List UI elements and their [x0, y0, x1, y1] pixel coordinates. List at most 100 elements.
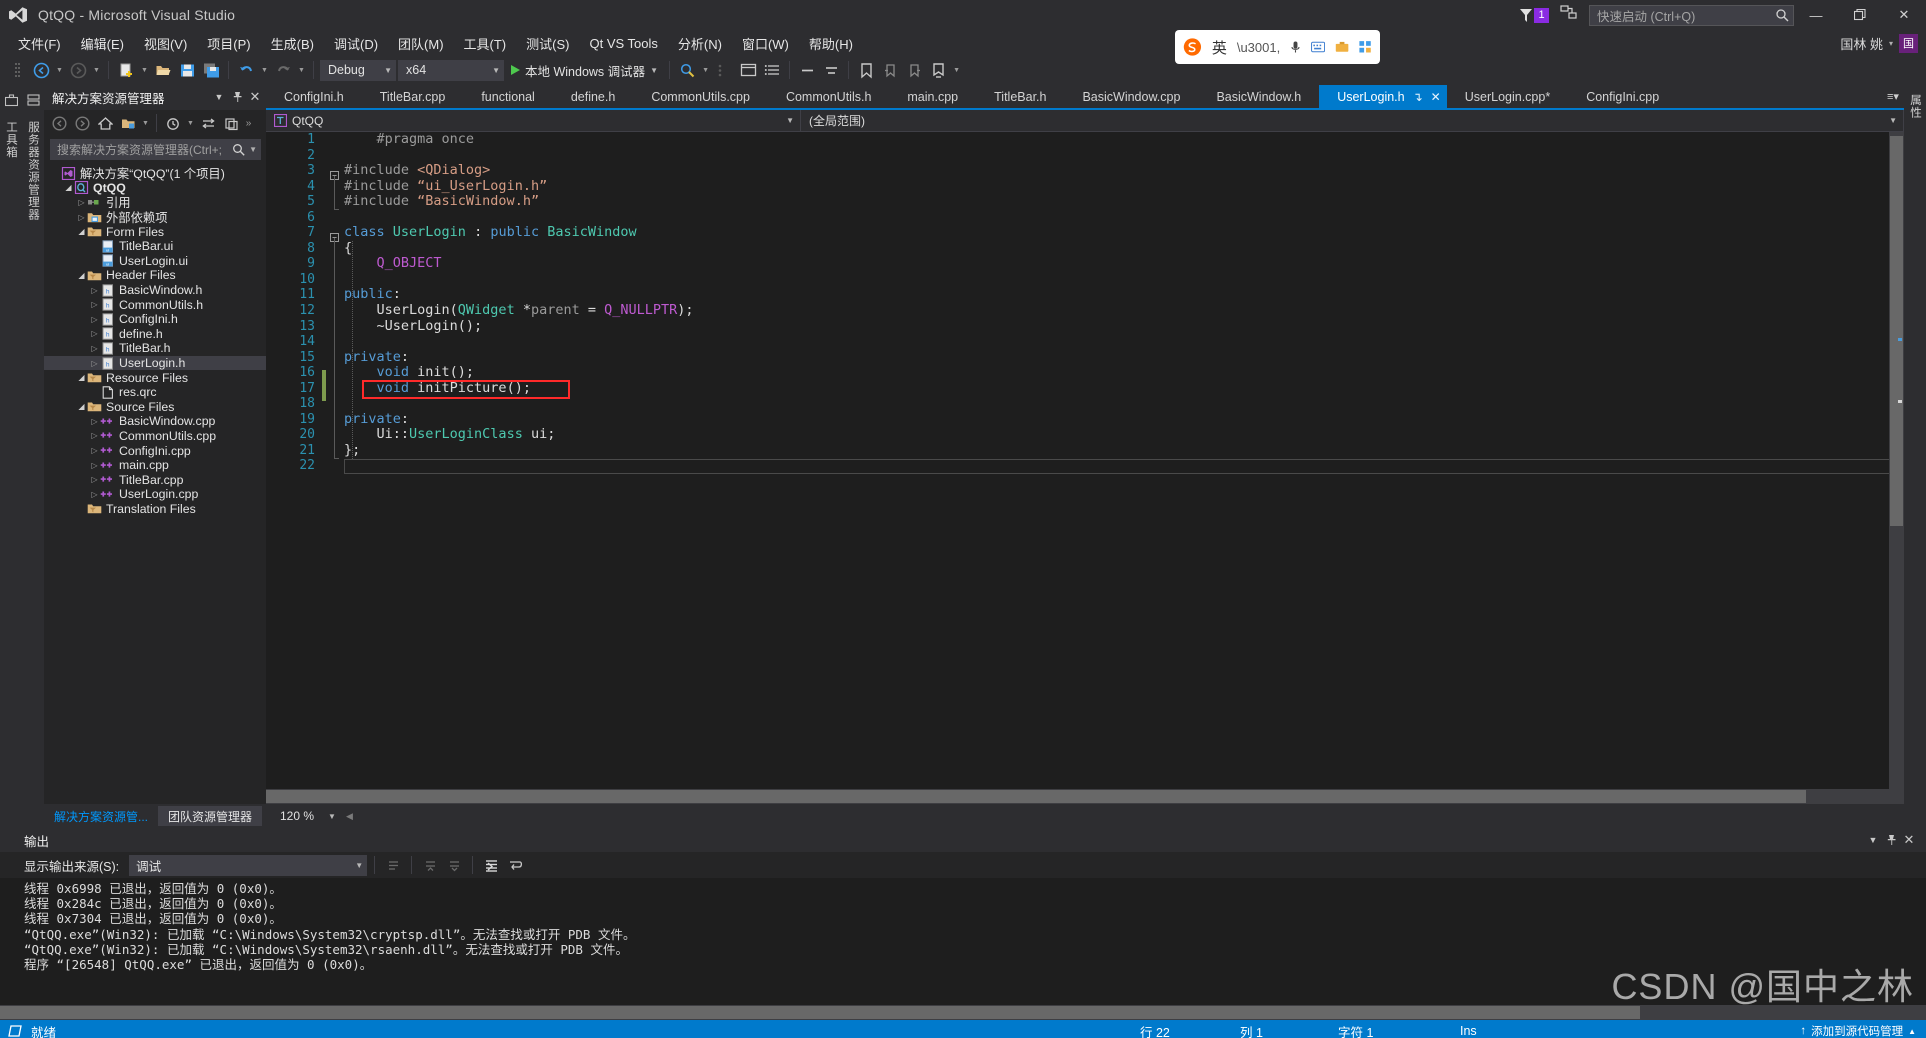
chevron-down-icon[interactable]: ▼ [210, 87, 228, 107]
scroll-left-arrow-icon[interactable]: ◀ [340, 811, 353, 822]
menu-item-test[interactable]: 测试(S) [516, 31, 579, 56]
solution-tree[interactable]: 解决方案“QtQQ”(1 个项目) ◢ QtQQ ▷ 引用 ▷ 外部依赖项 ◢ Form Fil… [44, 164, 266, 804]
menu-item-team[interactable]: 团队(M) [388, 31, 454, 56]
properties-icon[interactable] [220, 112, 242, 134]
bookmark-icon-4[interactable] [927, 59, 949, 81]
editor-tab-userlogin-h[interactable]: UserLogin.h ↴ ✕ [1319, 85, 1447, 108]
editor-tab-functional[interactable]: functional [463, 85, 553, 108]
maximize-restore-button[interactable] [1838, 0, 1882, 30]
menu-item-file[interactable]: 文件(F) [8, 31, 71, 56]
show-all-files-dropdown-icon[interactable]: ▼ [140, 112, 151, 134]
editor-tab-titlebar-cpp[interactable]: TitleBar.cpp [361, 85, 464, 108]
editor-tab-titlebar-h[interactable]: TitleBar.h [976, 85, 1065, 108]
code-line[interactable] [344, 272, 1904, 288]
sogou-ime-bar[interactable]: 英 \u3001, [1175, 30, 1380, 64]
editor-vertical-scrollbar[interactable] [1889, 132, 1904, 789]
pin-icon[interactable]: ↴ [1413, 90, 1423, 104]
scrollbar-thumb[interactable] [1890, 136, 1903, 526]
jump-prev-icon[interactable] [419, 854, 441, 876]
code-line[interactable]: Q_OBJECT [344, 256, 1904, 272]
bookmark-icon-1[interactable] [855, 59, 877, 81]
server-explorer-strip[interactable]: 服务器资源管理器 [22, 84, 44, 828]
editor-tab-configini-cpp[interactable]: ConfigIni.cpp [1568, 85, 1678, 108]
tab-solution-explorer[interactable]: 解决方案资源管... [44, 806, 158, 826]
tree-item-titlebar.h[interactable]: ▷ h TitleBar.h [44, 341, 266, 356]
expand-arrow-closed-icon[interactable]: ▷ [89, 344, 100, 353]
editor-horizontal-scrollbar[interactable] [266, 789, 1904, 804]
home-icon[interactable] [94, 112, 116, 134]
ime-punctuation-icon[interactable]: \u3001, [1237, 40, 1280, 55]
new-item-dropdown-icon[interactable]: ▼ [139, 59, 150, 81]
code-line[interactable]: UserLogin(QWidget *parent = Q_NULLPTR); [344, 302, 1904, 319]
editor-tab-commonutils-cpp[interactable]: CommonUtils.cpp [633, 85, 768, 108]
notification-flag-button[interactable]: 1 [1519, 7, 1549, 23]
code-line[interactable]: private: [344, 411, 1904, 428]
editor-tab-userlogin-cpp-[interactable]: UserLogin.cpp* [1446, 85, 1569, 108]
code-editor[interactable]: 12345678910111213141516171819202122 −− #… [266, 132, 1904, 789]
editor-tab-configini-h[interactable]: ConfigIni.h [266, 85, 362, 108]
menu-item-debug[interactable]: 调试(D) [324, 31, 388, 56]
solution-platform-combo[interactable]: x64 ▼ [398, 59, 504, 81]
tree-item-basicwindow.cpp[interactable]: ▷ BasicWindow.cpp [44, 414, 266, 429]
sync-icon[interactable] [197, 112, 219, 134]
minimize-button[interactable]: — [1794, 0, 1838, 30]
code-line[interactable]: public: [344, 287, 1904, 303]
tree-item--qtqq-1-[interactable]: 解决方案“QtQQ”(1 个项目) [44, 166, 266, 181]
forward-icon[interactable] [71, 112, 93, 134]
jump-next-icon[interactable] [443, 854, 465, 876]
menu-item-view[interactable]: 视图(V) [134, 31, 197, 56]
expand-arrow-open-icon[interactable]: ◢ [76, 402, 87, 411]
project-scope-combo[interactable]: QtQQ ▼ [266, 109, 801, 132]
editor-tab-commonutils-h[interactable]: CommonUtils.h [767, 85, 890, 108]
save-icon[interactable] [176, 59, 198, 81]
code-line[interactable]: ~UserLogin(); [344, 318, 1904, 335]
window-layout-icon[interactable] [737, 59, 759, 81]
start-debugging-button[interactable]: 本地 Windows 调试器 ▼ [506, 61, 663, 80]
code-line[interactable] [344, 210, 1904, 226]
bookmark-icon-2[interactable] [879, 59, 901, 81]
new-item-icon[interactable] [115, 59, 137, 81]
editor-tab-main-cpp[interactable]: main.cpp [889, 85, 977, 108]
attach-process-icon[interactable] [713, 59, 735, 81]
expand-arrow-open-icon[interactable]: ◢ [76, 373, 87, 382]
code-line[interactable]: #pragma once [344, 132, 1904, 148]
code-line[interactable] [344, 396, 1904, 412]
expand-arrow-closed-icon[interactable]: ▷ [76, 213, 87, 222]
clear-all-icon[interactable] [480, 854, 502, 876]
tree-item-source-files[interactable]: ◢ Source Files [44, 400, 266, 415]
menu-item-build[interactable]: 生成(B) [261, 31, 324, 56]
editor-tab-basicwindow-h[interactable]: BasicWindow.h [1198, 85, 1320, 108]
tree-item-qtqq[interactable]: ◢ QtQQ [44, 181, 266, 196]
pending-changes-icon[interactable] [162, 112, 184, 134]
keyboard-icon[interactable] [1311, 40, 1326, 54]
expand-arrow-closed-icon[interactable]: ▷ [89, 286, 100, 295]
chevron-down-icon[interactable]: ▾ [1889, 39, 1893, 48]
find-icon[interactable] [676, 59, 698, 81]
redo-icon[interactable] [272, 59, 294, 81]
code-line[interactable]: #include <QDialog> [344, 162, 1904, 179]
zoom-out-icon[interactable] [796, 59, 818, 81]
code-line[interactable]: #include “BasicWindow.h” [344, 193, 1904, 210]
expand-arrow-closed-icon[interactable]: ▷ [89, 446, 100, 455]
expand-arrow-closed-icon[interactable]: ▷ [89, 431, 100, 440]
expand-arrow-closed-icon[interactable]: ▷ [89, 300, 100, 309]
close-icon[interactable]: ✕ [1900, 830, 1918, 850]
menu-item-help[interactable]: 帮助(H) [799, 31, 863, 56]
tree-item-main.cpp[interactable]: ▷ main.cpp [44, 458, 266, 473]
redo-dropdown-icon[interactable]: ▼ [296, 59, 307, 81]
tree-item-basicwindow.h[interactable]: ▷ h BasicWindow.h [44, 283, 266, 298]
tree-item-titlebar.cpp[interactable]: ▷ TitleBar.cpp [44, 472, 266, 487]
close-window-button[interactable]: ✕ [1882, 0, 1926, 30]
menu-item-window[interactable]: 窗口(W) [732, 31, 799, 56]
hscroll-thumb[interactable] [266, 790, 1806, 803]
tree-item-userlogin.h[interactable]: ▷ h UserLogin.h [44, 355, 266, 371]
tree-item-commonutils.h[interactable]: ▷ h CommonUtils.h [44, 297, 266, 312]
editor-tab-basicwindow-cpp[interactable]: BasicWindow.cpp [1064, 85, 1199, 108]
close-icon[interactable]: ✕ [246, 87, 264, 107]
tree-item-form-files[interactable]: ◢ Form Files [44, 224, 266, 239]
editor-tab-define-h[interactable]: define.h [552, 85, 634, 108]
expand-arrow-closed-icon[interactable]: ▷ [89, 475, 100, 484]
expand-arrow-closed-icon[interactable]: ▷ [89, 315, 100, 324]
code-line[interactable]: void init(); [344, 364, 1904, 381]
tree-item-userlogin.ui[interactable]: ui UserLogin.ui [44, 254, 266, 269]
